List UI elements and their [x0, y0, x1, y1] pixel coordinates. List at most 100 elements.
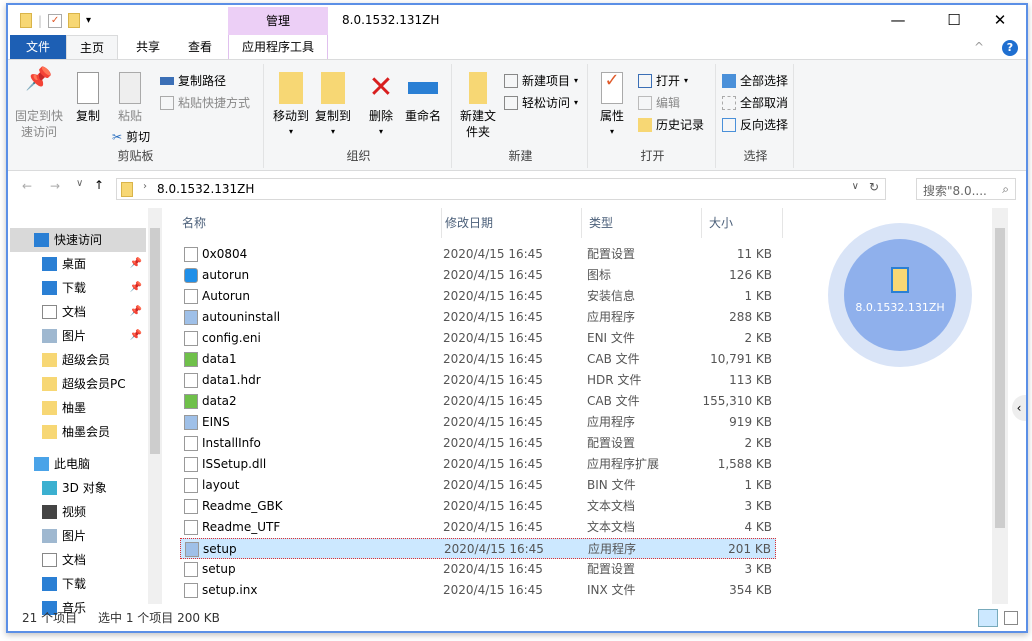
edit-button[interactable]: 编辑	[638, 94, 680, 111]
forward-button[interactable]: →	[50, 179, 60, 193]
select-none-button[interactable]: 全部取消	[722, 94, 788, 111]
file-row[interactable]: data1.hdr 2020/4/15 16:45 HDR 文件 113 KB	[180, 370, 776, 391]
new-folder-icon[interactable]	[68, 13, 81, 28]
pin-icon[interactable]: 📌	[130, 276, 142, 300]
explorer-window: | ✓ ▾ 管理 8.0.1532.131ZH — ☐ ✕ 文件 主页 共享 查…	[6, 3, 1028, 633]
file-row[interactable]: Autorun 2020/4/15 16:45 安装信息 1 KB	[180, 286, 776, 307]
close-button[interactable]: ✕	[980, 11, 1020, 29]
nav-scrollbar[interactable]	[148, 208, 162, 604]
sidebar-item[interactable]: 视频	[10, 500, 146, 524]
pin-icon[interactable]: 📌	[130, 252, 142, 276]
tab-home[interactable]: 主页	[66, 35, 118, 60]
tab-application-tools[interactable]: 应用程序工具	[228, 35, 328, 60]
pin-icon[interactable]: 📌	[130, 300, 142, 324]
open-button[interactable]: 打开 ▾	[638, 72, 688, 89]
customize-dropdown-icon[interactable]: ▾	[86, 15, 91, 26]
tab-file[interactable]: 文件	[10, 35, 66, 60]
file-row[interactable]: EINS 2020/4/15 16:45 应用程序 919 KB	[180, 412, 776, 433]
file-row[interactable]: config.eni 2020/4/15 16:45 ENI 文件 2 KB	[180, 328, 776, 349]
file-type: HDR 文件	[587, 373, 642, 387]
file-row[interactable]: InstallInfo 2020/4/15 16:45 配置设置 2 KB	[180, 433, 776, 454]
file-size: 3 KB	[744, 562, 772, 576]
file-list-scrollbar-thumb[interactable]	[995, 228, 1005, 528]
file-row[interactable]: setup.inx 2020/4/15 16:45 INX 文件 354 KB	[180, 580, 776, 601]
breadcrumb-current[interactable]: 8.0.1532.131ZH	[157, 182, 254, 196]
copy-button[interactable]: 复制	[70, 72, 106, 124]
details-view-button[interactable]	[978, 609, 998, 627]
refresh-button[interactable]: ↻	[869, 180, 879, 194]
file-row[interactable]: setup 2020/4/15 16:45 应用程序 201 KB	[180, 538, 776, 559]
column-header-size[interactable]: 大小	[709, 208, 733, 238]
file-size: 1 KB	[744, 289, 772, 303]
preview-collapse-button[interactable]: ‹	[1012, 395, 1026, 421]
pin-quick-access-button[interactable]: 📌 固定到快速访问	[14, 69, 64, 140]
properties-button[interactable]: ✓ 属性 ▾	[594, 72, 630, 140]
sidebar-item[interactable]: 下载 📌	[10, 276, 146, 300]
pin-icon[interactable]: 📌	[130, 324, 142, 348]
sidebar-item[interactable]: 文档 📌	[10, 300, 146, 324]
file-row[interactable]: data2 2020/4/15 16:45 CAB 文件 155,310 KB	[180, 391, 776, 412]
maximize-button[interactable]: ☐	[934, 11, 974, 29]
column-header-type[interactable]: 类型	[589, 208, 613, 238]
file-row[interactable]: autorun 2020/4/15 16:45 图标 126 KB	[180, 265, 776, 286]
sidebar-item[interactable]: 文档	[10, 548, 146, 572]
sidebar-item[interactable]: 桌面 📌	[10, 252, 146, 276]
recent-dropdown[interactable]: ∨	[76, 178, 83, 189]
sidebar-item[interactable]: 图片	[10, 524, 146, 548]
easy-access-button[interactable]: 轻松访问 ▾	[504, 94, 578, 111]
up-button[interactable]: ↑	[94, 178, 104, 192]
invert-selection-button[interactable]: 反向选择	[722, 116, 788, 133]
file-date: 2020/4/15 16:45	[443, 415, 543, 429]
sidebar-item[interactable]: 图片 📌	[10, 324, 146, 348]
search-input[interactable]: 搜索"8.0.... ⌕	[916, 178, 1016, 200]
sidebar-item[interactable]: 此电脑	[10, 452, 146, 476]
collapse-ribbon-icon[interactable]: ^	[970, 35, 988, 60]
column-header-name[interactable]: 名称	[182, 208, 206, 238]
sidebar-item[interactable]: 3D 对象	[10, 476, 146, 500]
large-icons-view-button[interactable]	[1004, 611, 1018, 625]
select-all-button[interactable]: 全部选择	[722, 72, 788, 89]
file-icon	[184, 247, 198, 262]
file-list-scrollbar[interactable]	[992, 208, 1008, 604]
file-row[interactable]: ISSetup.dll 2020/4/15 16:45 应用程序扩展 1,588 KB	[180, 454, 776, 475]
address-input[interactable]: › 8.0.1532.131ZH ∨ ↻	[116, 178, 886, 200]
tab-view[interactable]: 查看	[174, 35, 226, 60]
new-folder-button[interactable]: 新建文件夹	[458, 72, 498, 140]
new-item-button[interactable]: 新建项目 ▾	[504, 72, 578, 89]
rename-button[interactable]: 重命名	[400, 72, 446, 124]
file-row[interactable]: data1 2020/4/15 16:45 CAB 文件 10,791 KB	[180, 349, 776, 370]
copy-path-button[interactable]: 复制路径	[160, 72, 226, 89]
nav-scrollbar-thumb[interactable]	[150, 228, 160, 454]
preview-label: 8.0.1532.131ZH	[855, 301, 945, 314]
file-row[interactable]: autouninstall 2020/4/15 16:45 应用程序 288 KB	[180, 307, 776, 328]
move-to-button[interactable]: 移动到 ▾	[270, 72, 312, 140]
file-row[interactable]: Readme_GBK 2020/4/15 16:45 文本文档 3 KB	[180, 496, 776, 517]
picture-icon	[42, 329, 57, 343]
cut-button[interactable]: ✂ 剪切	[112, 128, 150, 145]
file-row[interactable]: Readme_UTF 2020/4/15 16:45 文本文档 4 KB	[180, 517, 776, 538]
help-icon[interactable]: ?	[1002, 40, 1018, 56]
properties-icon[interactable]: ✓	[48, 13, 63, 28]
copy-to-button[interactable]: 复制到 ▾	[312, 72, 354, 140]
file-row[interactable]: 0x0804 2020/4/15 16:45 配置设置 11 KB	[180, 244, 776, 265]
new-item-icon	[504, 73, 518, 88]
sidebar-item[interactable]: 超级会员PC	[10, 372, 146, 396]
sidebar-item[interactable]: 超级会员	[10, 348, 146, 372]
tab-share[interactable]: 共享	[122, 35, 174, 60]
paste-shortcut-button[interactable]: 粘贴快捷方式	[160, 94, 250, 111]
address-dropdown[interactable]: ∨	[852, 181, 859, 192]
sidebar-item[interactable]: 柚墨	[10, 396, 146, 420]
minimize-button[interactable]: —	[878, 11, 918, 29]
sidebar-item[interactable]: 快速访问	[10, 228, 146, 252]
delete-button[interactable]: ✕ 删除 ▾	[364, 72, 398, 140]
folder-icon[interactable]	[20, 13, 32, 28]
paste-button[interactable]: 粘贴	[112, 72, 148, 124]
back-button[interactable]: ←	[22, 179, 32, 193]
column-header-date[interactable]: 修改日期	[445, 208, 493, 238]
sidebar-item-label: 图片	[62, 529, 87, 543]
file-row[interactable]: setup 2020/4/15 16:45 配置设置 3 KB	[180, 559, 776, 580]
sidebar-item[interactable]: 柚墨会员	[10, 420, 146, 444]
history-button[interactable]: 历史记录	[638, 116, 704, 133]
file-row[interactable]: layout 2020/4/15 16:45 BIN 文件 1 KB	[180, 475, 776, 496]
sidebar-item[interactable]: 下载	[10, 572, 146, 596]
